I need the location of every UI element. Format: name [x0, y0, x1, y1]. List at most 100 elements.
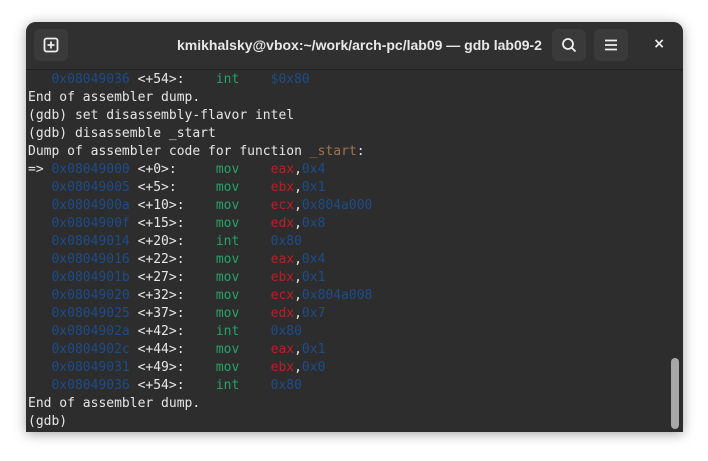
asm-row: => 0x08049000 <+0>: mov eax, 0x4 — [28, 161, 683, 179]
operand: 0x7 — [301, 306, 326, 321]
close-button[interactable]: × — [653, 36, 665, 52]
operand: 0x1 — [301, 180, 326, 195]
asm-row: 0x0804902c <+44>: mov eax, 0x1 — [28, 341, 683, 359]
address: 0x08049025 — [51, 306, 130, 321]
address: 0x0804902a — [51, 324, 130, 339]
operand: 0x80 — [270, 234, 302, 249]
opcode: int — [215, 72, 240, 87]
offset: <+10>: — [137, 198, 185, 213]
prompt-line[interactable]: (gdb) — [28, 413, 683, 431]
asm-row: 0x08049036 <+54>: int $0x80 — [28, 71, 683, 89]
opcode: mov — [215, 360, 240, 375]
register: eax — [270, 162, 295, 177]
asm-row: 0x08049016 <+22>: mov eax, 0x4 — [28, 251, 683, 269]
operand: 0x80 — [270, 378, 302, 393]
asm-row: 0x08049025 <+37>: mov edx, 0x7 — [28, 305, 683, 323]
comma: , — [294, 306, 302, 321]
output-line: Dump of assembler code for function _sta… — [28, 143, 683, 161]
operand: 0x0 — [301, 360, 326, 375]
address: 0x08049016 — [51, 252, 130, 267]
opcode: mov — [215, 270, 240, 285]
register: eax — [270, 252, 295, 267]
address: 0x0804900f — [51, 216, 130, 231]
current-instruction-arrow: => — [28, 162, 44, 177]
offset: <+15>: — [137, 216, 185, 231]
comma: , — [294, 342, 302, 357]
command-line: (gdb) set disassembly-flavor intel — [28, 108, 295, 123]
output-line: End of assembler dump. — [28, 396, 201, 411]
operand: 0x804a008 — [301, 288, 373, 303]
scrollbar[interactable] — [671, 358, 679, 429]
opcode: mov — [215, 216, 240, 231]
address: 0x08049036 — [51, 378, 130, 393]
operand: 0x80 — [270, 324, 302, 339]
register: ecx — [270, 288, 295, 303]
address: 0x08049014 — [51, 234, 130, 249]
asm-row: 0x0804902a <+42>: int 0x80 — [28, 323, 683, 341]
comma: , — [294, 270, 302, 285]
comma: , — [294, 252, 302, 267]
comma: , — [294, 360, 302, 375]
comma: , — [294, 198, 302, 213]
offset: <+54>: — [137, 378, 185, 393]
search-button[interactable] — [552, 29, 586, 61]
terminal-window: kmikhalsky@vbox:~/work/arch-pc/lab09 — g… — [26, 22, 683, 432]
command-line: (gdb) disassemble _start — [28, 126, 216, 141]
register: edx — [270, 216, 295, 231]
offset: <+5>: — [137, 180, 177, 195]
output-line: End of assembler dump. — [28, 90, 201, 105]
comma: , — [294, 216, 302, 231]
comma: , — [294, 180, 302, 195]
comma: , — [294, 162, 302, 177]
asm-row: 0x08049005 <+5>: mov ebx, 0x1 — [28, 179, 683, 197]
operand: 0x804a000 — [301, 198, 373, 213]
opcode: int — [215, 324, 240, 339]
opcode: int — [215, 378, 240, 393]
function-name: _start — [309, 144, 357, 159]
register: ebx — [270, 360, 295, 375]
hamburger-icon — [605, 39, 617, 51]
register: edx — [270, 306, 295, 321]
operand: 0x8 — [301, 216, 326, 231]
opcode: mov — [215, 252, 240, 267]
offset: <+49>: — [137, 360, 185, 375]
asm-row: 0x0804900a <+10>: mov ecx, 0x804a000 — [28, 197, 683, 215]
address: 0x08049031 — [51, 360, 130, 375]
address: 0x0804900a — [51, 198, 130, 213]
terminal-output[interactable]: 0x08049036 <+54>: int $0x80 End of assem… — [28, 71, 683, 431]
address: 0x08049020 — [51, 288, 130, 303]
register: eax — [270, 342, 295, 357]
asm-row: 0x0804900f <+15>: mov edx, 0x8 — [28, 215, 683, 233]
search-icon — [562, 38, 577, 53]
offset: <+37>: — [137, 306, 185, 321]
text: : — [356, 144, 365, 159]
operand: 0x4 — [301, 252, 326, 267]
asm-row: 0x08049036 <+54>: int 0x80 — [28, 377, 683, 395]
opcode: int — [215, 234, 240, 249]
asm-row: 0x0804901b <+27>: mov ebx, 0x1 — [28, 269, 683, 287]
opcode: mov — [215, 162, 240, 177]
address: 0x0804902c — [51, 342, 130, 357]
offset: <+0>: — [137, 162, 177, 177]
opcode: mov — [215, 306, 240, 321]
operand: 0x1 — [301, 342, 326, 357]
register: ebx — [270, 270, 295, 285]
address: 0x08049036 — [51, 72, 130, 87]
offset: <+27>: — [137, 270, 185, 285]
offset: <+54>: — [137, 72, 185, 87]
register: ebx — [270, 180, 295, 195]
address: 0x08049000 — [51, 162, 130, 177]
operand: $0x80 — [270, 72, 310, 87]
menu-button[interactable] — [594, 29, 628, 61]
asm-row: 0x08049020 <+32>: mov ecx, 0x804a008 — [28, 287, 683, 305]
opcode: mov — [215, 198, 240, 213]
register: ecx — [270, 198, 295, 213]
opcode: mov — [215, 180, 240, 195]
asm-row: 0x08049031 <+49>: mov ebx, 0x0 — [28, 359, 683, 377]
offset: <+42>: — [137, 324, 185, 339]
opcode: mov — [215, 342, 240, 357]
offset: <+22>: — [137, 252, 185, 267]
opcode: mov — [215, 288, 240, 303]
address: 0x0804901b — [51, 270, 130, 285]
offset: <+20>: — [137, 234, 185, 249]
